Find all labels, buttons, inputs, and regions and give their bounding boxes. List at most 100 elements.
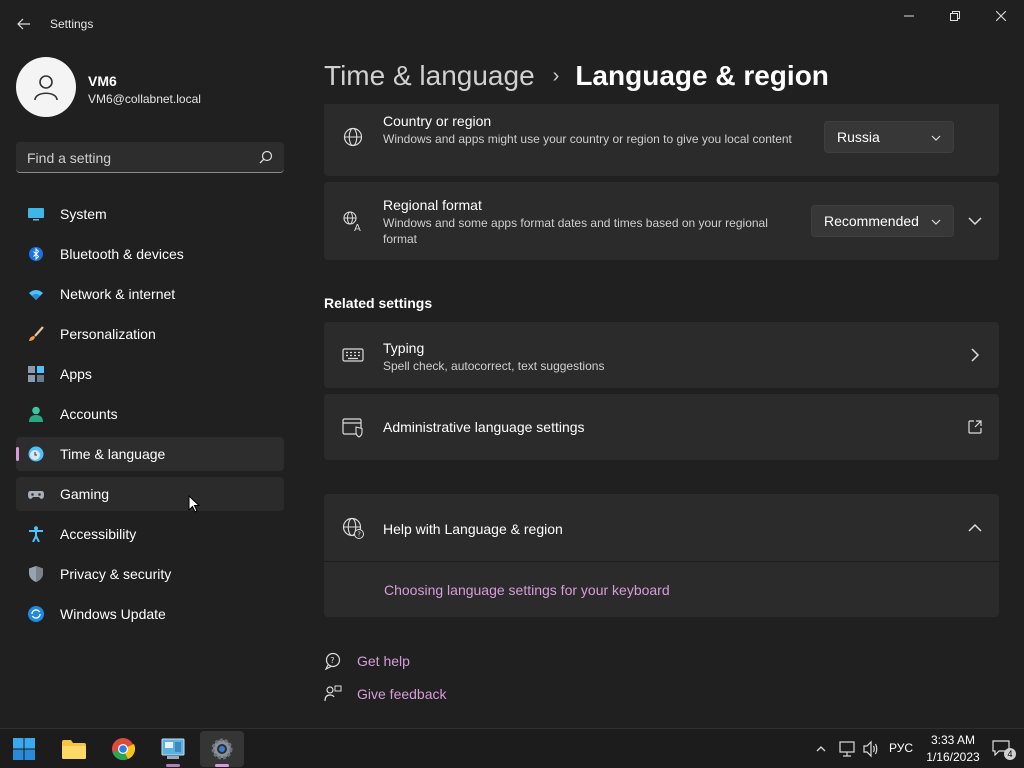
sidebar-item-label: Windows Update — [60, 606, 166, 622]
close-button[interactable] — [978, 0, 1024, 32]
format-title: Regional format — [383, 197, 482, 213]
notification-count: 4 — [1004, 748, 1016, 760]
admin-language-card[interactable]: Administrative language settings — [324, 394, 999, 460]
sidebar-item-bluetooth[interactable]: Bluetooth & devices — [16, 237, 284, 271]
arrow-left-icon — [17, 18, 30, 30]
avatar[interactable] — [16, 57, 76, 117]
sidebar-item-personalization[interactable]: Personalization — [16, 317, 284, 351]
sidebar-item-time-language[interactable]: Time & language — [16, 437, 284, 471]
account-icon — [29, 406, 43, 422]
admin-window-icon — [342, 418, 363, 438]
typing-description: Spell check, autocorrect, text suggestio… — [383, 359, 605, 373]
chevron-right-icon — [971, 348, 980, 362]
chrome-button[interactable] — [101, 731, 145, 767]
sidebar-item-label: Accounts — [60, 406, 118, 422]
apps-icon — [28, 366, 44, 382]
gamepad-icon — [28, 491, 44, 499]
restore-icon — [950, 11, 960, 21]
notification-center-button[interactable]: 4 — [992, 740, 1016, 760]
search-input[interactable]: Find a setting — [16, 142, 284, 173]
country-value: Russia — [837, 129, 880, 145]
bluetooth-icon — [29, 247, 43, 261]
mouse-cursor-icon — [188, 495, 200, 513]
user-name: VM6 — [88, 73, 117, 89]
keyboard-help-link[interactable]: Choosing language settings for your keyb… — [384, 582, 670, 598]
sidebar-item-system[interactable]: System — [16, 197, 284, 231]
volume-tray-button[interactable] — [862, 729, 880, 768]
control-panel-icon — [161, 738, 185, 759]
clock-time[interactable]: 3:33 AM — [928, 733, 978, 747]
search-placeholder: Find a setting — [27, 150, 112, 166]
network-icon — [839, 741, 855, 757]
gear-icon — [211, 738, 233, 760]
title-bar: Settings — [0, 0, 1024, 48]
keyboard-icon — [342, 348, 364, 362]
update-icon — [28, 606, 44, 622]
sidebar-item-accessibility[interactable]: Accessibility — [16, 517, 284, 551]
get-help-label: Get help — [357, 653, 410, 669]
sidebar-item-windows-update[interactable]: Windows Update — [16, 597, 284, 631]
help-title: Help with Language & region — [383, 521, 563, 537]
format-description: Windows and some apps format dates and t… — [383, 216, 768, 246]
restore-button[interactable] — [932, 0, 978, 32]
chevron-down-icon — [968, 217, 982, 226]
shield-icon — [29, 566, 43, 582]
chevron-down-icon — [931, 219, 941, 225]
sidebar-item-label: Time & language — [60, 446, 166, 462]
globe-icon — [343, 127, 363, 147]
sidebar-item-label: Gaming — [60, 486, 110, 502]
admin-language-title: Administrative language settings — [383, 419, 585, 435]
settings-taskbar-button[interactable] — [200, 731, 244, 767]
sidebar-item-gaming[interactable]: Gaming — [16, 477, 284, 511]
chrome-icon — [112, 738, 135, 761]
user-email: VM6@collabnet.local — [88, 92, 201, 106]
expand-button[interactable] — [965, 211, 985, 231]
monitor-icon — [28, 208, 44, 221]
sidebar-item-label: Apps — [60, 366, 92, 382]
input-language-indicator[interactable]: РУС — [889, 741, 913, 755]
clock-date[interactable]: 1/16/2023 — [924, 750, 982, 764]
country-dropdown[interactable]: Russia — [824, 121, 954, 153]
show-hidden-icons-button[interactable] — [815, 729, 827, 768]
minimize-button[interactable] — [886, 0, 932, 32]
breadcrumb-separator: › — [552, 64, 560, 87]
brush-icon — [29, 326, 44, 341]
search-icon — [259, 150, 273, 164]
typing-title: Typing — [383, 340, 425, 356]
close-icon — [996, 11, 1006, 21]
running-indicator — [166, 764, 180, 767]
feedback-icon — [324, 685, 342, 702]
globe-clock-icon — [28, 446, 44, 462]
give-feedback-link[interactable]: Give feedback — [324, 683, 464, 705]
sidebar-item-label: Bluetooth & devices — [60, 246, 184, 262]
regional-format-card[interactable]: A Regional format Windows and some apps … — [324, 182, 999, 260]
sidebar-item-accounts[interactable]: Accounts — [16, 397, 284, 431]
regional-format-icon: A — [343, 211, 361, 232]
regional-format-dropdown[interactable]: Recommended — [811, 205, 954, 237]
country-title: Country or region — [383, 113, 492, 129]
svg-text:?: ? — [330, 656, 334, 665]
related-settings-heading: Related settings — [324, 295, 433, 311]
typing-card[interactable]: Typing Spell check, autocorrect, text su… — [324, 322, 999, 388]
back-button[interactable] — [10, 10, 38, 38]
sidebar-item-apps[interactable]: Apps — [16, 357, 284, 391]
collapse-button[interactable] — [965, 518, 985, 538]
volume-icon — [863, 740, 878, 758]
globe-icon: ? — [342, 517, 364, 539]
breadcrumb: Time & language › Language & region — [324, 58, 829, 94]
get-help-link[interactable]: ? Get help — [324, 650, 444, 672]
wifi-icon — [29, 290, 43, 300]
help-chat-icon: ? — [324, 652, 341, 670]
sidebar-item-privacy[interactable]: Privacy & security — [16, 557, 284, 591]
sidebar-item-label: System — [60, 206, 107, 222]
sidebar-item-label: Accessibility — [60, 526, 137, 542]
give-feedback-label: Give feedback — [357, 686, 447, 702]
network-tray-button[interactable] — [838, 729, 856, 768]
folder-icon — [62, 740, 86, 759]
taskbar: РУС 3:33 AM 1/16/2023 4 — [0, 728, 1024, 768]
breadcrumb-parent[interactable]: Time & language — [324, 60, 535, 92]
start-button[interactable] — [2, 731, 46, 767]
sidebar-item-network[interactable]: Network & internet — [16, 277, 284, 311]
file-explorer-button[interactable] — [52, 731, 96, 767]
control-panel-button[interactable] — [151, 731, 195, 767]
